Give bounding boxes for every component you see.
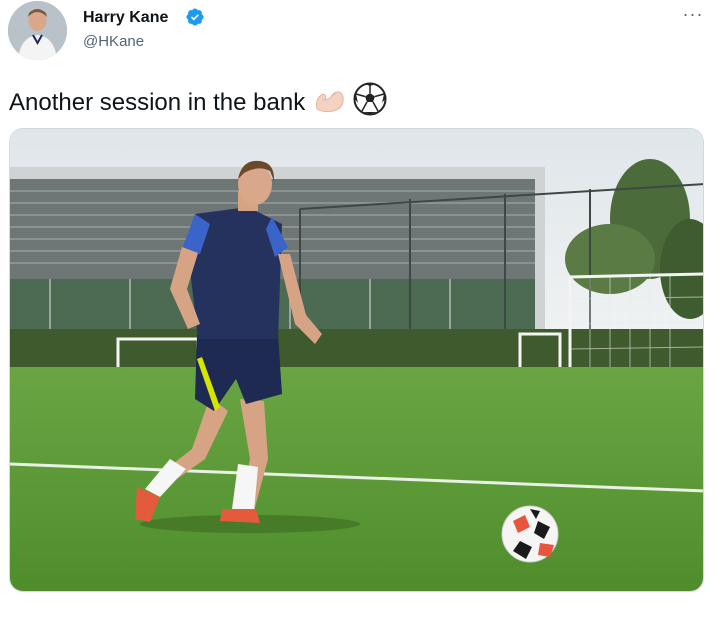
author-handle[interactable]: @HKane <box>83 33 144 51</box>
verified-badge-icon <box>186 8 204 26</box>
author-name[interactable]: Harry Kane <box>83 8 168 28</box>
soccer-ball-icon <box>353 82 387 124</box>
tweet-text-content: Another session in the bank <box>9 89 306 116</box>
tweet-photo[interactable] <box>9 128 704 592</box>
tweet-header: Harry Kane @HKane ··· <box>0 0 720 62</box>
flexed-biceps-icon <box>313 83 345 123</box>
more-options-icon[interactable]: ··· <box>678 2 708 26</box>
tweet-text: Another session in the bank <box>9 82 387 124</box>
author-avatar[interactable] <box>8 1 67 60</box>
